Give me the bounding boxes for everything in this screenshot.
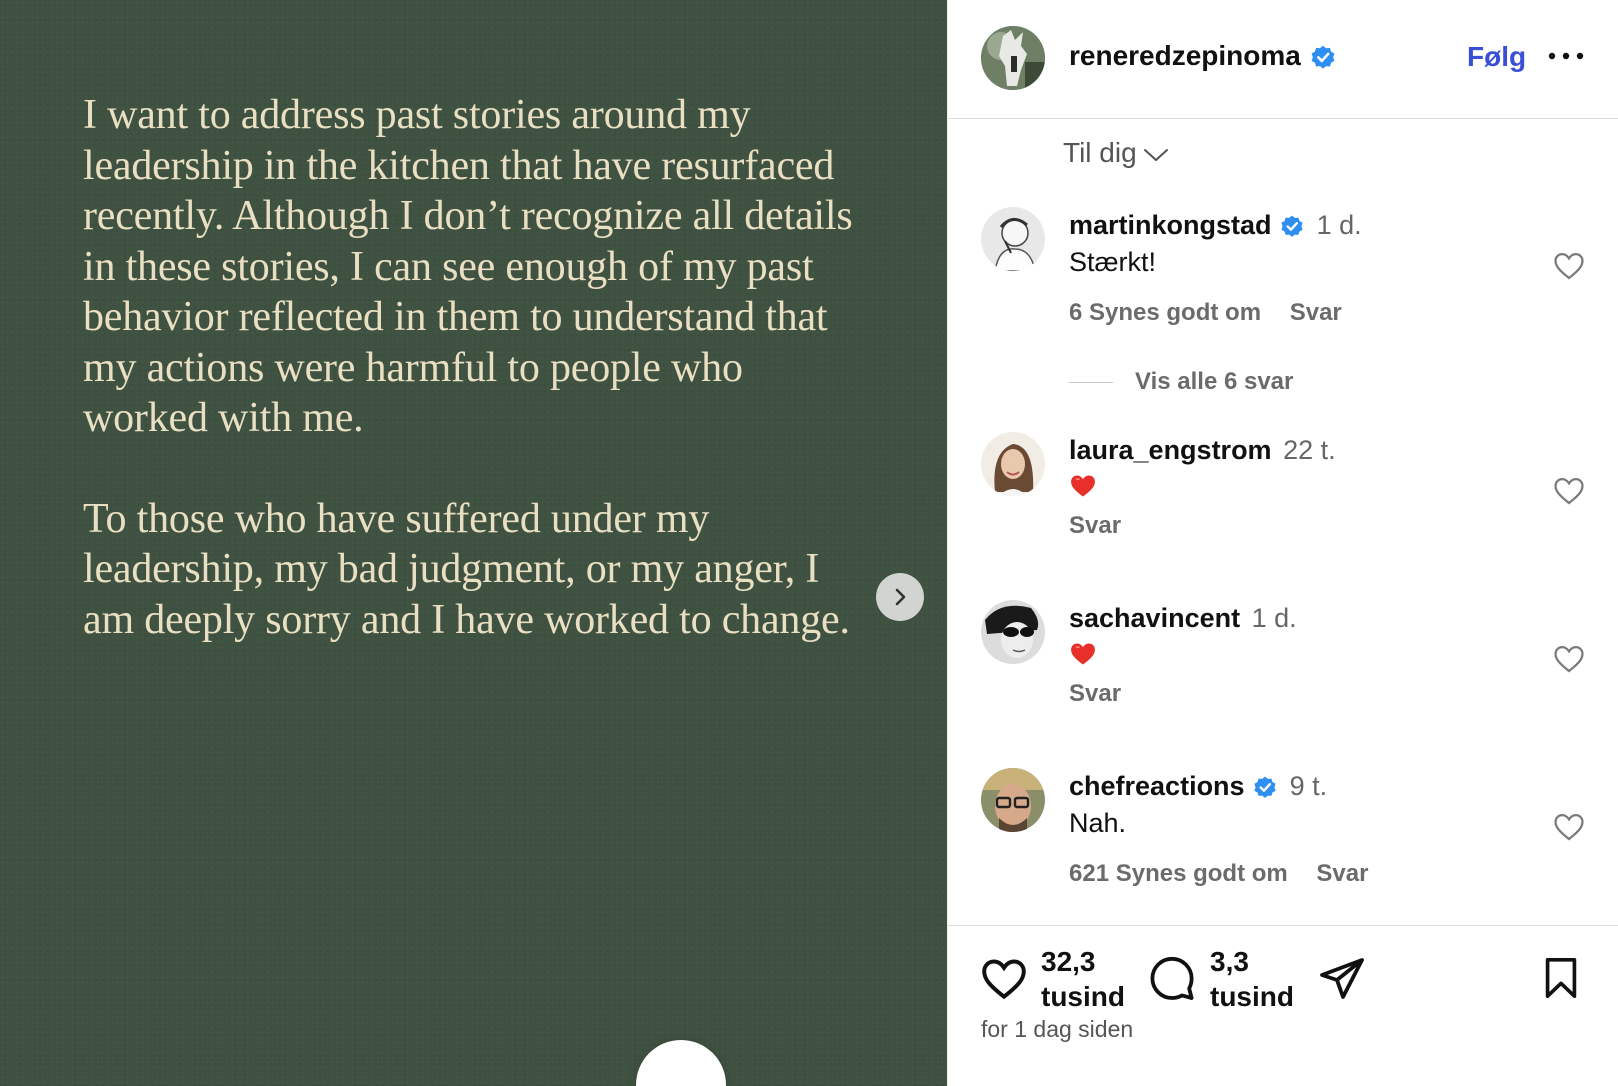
- comment-username[interactable]: chefreactions 9 t.: [1069, 771, 1327, 802]
- post-image: I want to address past stories around my…: [0, 0, 947, 1086]
- like-count-unit: tusind: [1041, 981, 1125, 1012]
- heart-icon: [1554, 477, 1584, 505]
- post-image-text: I want to address past stories around my…: [83, 90, 873, 695]
- commenter-avatar[interactable]: [981, 432, 1045, 496]
- comment-count-value: 3,3: [1210, 946, 1249, 977]
- comment-meta: Svar: [1069, 680, 1143, 708]
- comment-likes[interactable]: 6 Synes godt om: [1069, 299, 1261, 326]
- comment-like-button[interactable]: [1552, 810, 1586, 844]
- comment-likes[interactable]: 621 Synes godt om: [1069, 860, 1288, 887]
- more-icon: [1548, 52, 1584, 60]
- share-button[interactable]: [1318, 954, 1366, 1007]
- comment-count-unit: tusind: [1210, 981, 1294, 1012]
- commenter-avatar[interactable]: [981, 600, 1045, 664]
- comment-meta: 621 Synes godt om Svar: [1069, 860, 1390, 888]
- verified-badge-icon: [1311, 45, 1335, 69]
- comment-meta: 6 Synes godt om Svar: [1069, 299, 1364, 327]
- heart-icon: [1554, 645, 1584, 673]
- comment-text: [1069, 640, 1097, 675]
- comment-like-button[interactable]: [1552, 474, 1586, 508]
- next-slide-button[interactable]: [876, 573, 924, 621]
- comment-time: 22 t.: [1283, 435, 1336, 465]
- reply-button[interactable]: Svar: [1290, 299, 1342, 326]
- post-paragraph-2: To those who have suffered under my lead…: [83, 495, 850, 643]
- comment-count[interactable]: 3,3 tusind: [1210, 944, 1294, 1014]
- bookmark-icon: [1545, 957, 1577, 999]
- like-count-value: 32,3: [1041, 946, 1096, 977]
- reply-button[interactable]: Svar: [1316, 860, 1368, 887]
- like-count[interactable]: 32,3 tusind: [1041, 944, 1125, 1014]
- follow-button[interactable]: Følg: [1467, 41, 1526, 73]
- reply-button[interactable]: Svar: [1069, 680, 1121, 707]
- red-heart-emoji-icon: [1071, 643, 1095, 665]
- reply-button[interactable]: Svar: [1069, 512, 1121, 539]
- comment-like-button[interactable]: [1552, 642, 1586, 676]
- commenter-avatar[interactable]: [981, 207, 1045, 271]
- verified-badge-icon: [1281, 215, 1303, 237]
- comment-button[interactable]: [1148, 954, 1196, 1007]
- comment-meta: Svar: [1069, 512, 1143, 540]
- heart-icon: [982, 959, 1026, 1000]
- author-username[interactable]: reneredzepinoma: [1069, 40, 1337, 72]
- chevron-down-icon: [1143, 148, 1168, 161]
- comment-username[interactable]: laura_engstrom 22 t.: [1069, 435, 1336, 466]
- view-replies-label: Vis alle 6 svar: [1135, 368, 1294, 395]
- like-button[interactable]: [979, 954, 1029, 1009]
- comments-panel: reneredzepinoma Følg Til dig martinkongs…: [947, 0, 1618, 1086]
- post-actions-bar: 32,3 tusind 3,3 tusind for 1 dag siden: [948, 925, 1618, 1086]
- share-icon: [1320, 958, 1364, 999]
- comment-text: Nah.: [1069, 808, 1127, 838]
- comment-time: 9 t.: [1289, 771, 1328, 801]
- replies-divider: [1069, 382, 1113, 384]
- comment-time: 1 d.: [1316, 210, 1362, 240]
- more-options-button[interactable]: [1544, 38, 1588, 74]
- heart-icon: [1554, 252, 1584, 280]
- comment-icon: [1150, 956, 1194, 1000]
- comment-username[interactable]: martinkongstad 1 d.: [1069, 210, 1362, 241]
- comment-time: 1 d.: [1251, 603, 1297, 633]
- commenter-avatar[interactable]: [981, 768, 1045, 832]
- save-button[interactable]: [1538, 954, 1584, 1007]
- comment-username[interactable]: sachavincent 1 d.: [1069, 603, 1297, 634]
- comment-text: [1069, 472, 1097, 507]
- verified-badge-icon: [1254, 776, 1276, 798]
- chevron-right-icon: [895, 588, 906, 606]
- sort-label: Til dig: [1063, 137, 1137, 168]
- post-timestamp: for 1 dag siden: [981, 1016, 1134, 1042]
- red-heart-emoji-icon: [1071, 475, 1095, 497]
- comment-like-button[interactable]: [1552, 249, 1586, 283]
- comment-text: Stærkt!: [1069, 247, 1157, 277]
- comment-sort-dropdown[interactable]: Til dig: [1063, 137, 1169, 169]
- heart-icon: [1554, 813, 1584, 841]
- view-all-replies-button[interactable]: Vis alle 6 svar: [1069, 368, 1293, 396]
- author-avatar[interactable]: [981, 26, 1045, 90]
- post-header: reneredzepinoma Følg: [948, 0, 1618, 119]
- post-paragraph-1: I want to address past stories around my…: [83, 92, 853, 441]
